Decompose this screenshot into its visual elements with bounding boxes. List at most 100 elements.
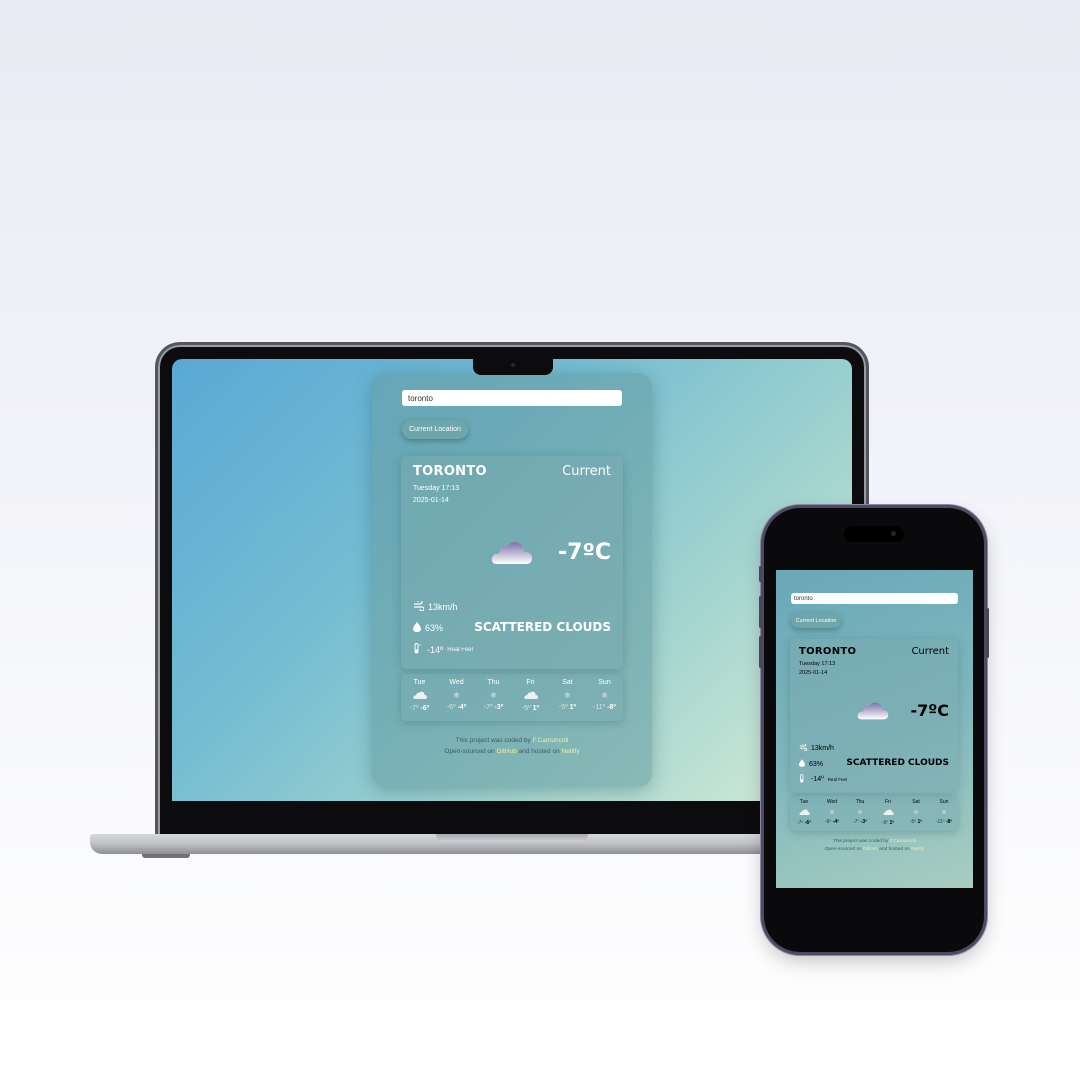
author-link[interactable]: F.Camuncoli	[533, 737, 569, 744]
current-location-button[interactable]: Current Location	[402, 420, 468, 439]
current-temperature: -7ºC	[910, 701, 949, 720]
forecast-high: -6º	[420, 705, 430, 712]
forecast-low: -6º	[446, 704, 456, 711]
date: 2025-01-14	[799, 670, 828, 676]
phone-screen: Current Location TORONTO Current Tuesday…	[776, 570, 973, 888]
wind-value: 13km/h	[811, 745, 834, 752]
forecast-strip: Tue -7º -6º Wed ❄ -6º -4º Thu ❄ -7º -3º …	[401, 674, 623, 721]
forecast-day: Fri -5º 1º	[874, 799, 902, 831]
forecast-high: 1º	[889, 820, 895, 826]
forecast-day-name: Fri	[885, 799, 891, 805]
cloud-icon	[401, 691, 438, 701]
phone-volume-up	[759, 596, 762, 628]
footer-line-1: This project was coded by F.Camuncoli	[372, 735, 652, 746]
phone-power-button	[986, 608, 989, 658]
forecast-low: -7º	[797, 820, 804, 826]
current-location-button[interactable]: Current Location	[791, 613, 841, 628]
footer-text: Open-sourced on	[444, 748, 495, 755]
forecast-day-name: Thu	[487, 679, 500, 686]
forecast-day: Wed ❄ -6º -4º	[818, 799, 846, 831]
forecast-day: Thu ❄ -7º -3º	[846, 799, 874, 831]
svg-text:º: º	[419, 643, 421, 648]
forecast-day-name: Wed	[449, 679, 464, 686]
forecast-day: Sun ❄ -11º -8º	[930, 799, 958, 831]
weather-condition: SCATTERED CLOUDS	[846, 758, 949, 768]
forecast-day-name: Fri	[526, 679, 535, 686]
snow-icon: ❄	[941, 810, 947, 816]
weather-app-card: Current Location TORONTO Current Tuesday…	[372, 373, 652, 787]
snow-icon: ❄	[601, 691, 608, 700]
laptop-foot	[142, 854, 190, 858]
current-weather-panel: TORONTO Current Tuesday 17:13 2025-01-14…	[790, 639, 958, 793]
real-feel-label: Real Feel	[447, 646, 473, 653]
forecast-high: -4º	[457, 704, 467, 711]
date: 2025-01-14	[413, 497, 449, 504]
snow-icon: ❄	[913, 810, 919, 816]
snow-icon: ❄	[829, 810, 835, 816]
snow-icon: ❄	[564, 691, 571, 700]
forecast-high: 1º	[917, 819, 923, 825]
wind-icon	[799, 742, 808, 753]
forecast-low: -5º	[881, 820, 889, 826]
forecast-high: -8º	[607, 704, 616, 711]
forecast-day: Sat ❄ -5º 1º	[549, 679, 586, 721]
cloud-icon	[491, 540, 533, 566]
camera-notch	[473, 359, 553, 375]
forecast-high: -3º	[860, 819, 867, 825]
forecast-low: -11º	[935, 819, 945, 825]
forecast-strip: Tue -7º -6º Wed ❄ -6º -4º Thu ❄ -7º -3º …	[790, 796, 958, 831]
footer-line-2: Open-sourced on GitHub and hosted on Net…	[776, 846, 973, 854]
forecast-day-name: Tue	[799, 799, 809, 805]
footer-text: This project was coded by	[832, 839, 889, 844]
phone-volume-down	[759, 636, 762, 668]
city-name: TORONTO	[799, 646, 857, 657]
forecast-low: -7º	[853, 819, 860, 825]
snow-icon: ❄	[490, 691, 497, 700]
forecast-day-name: Sun	[939, 799, 949, 805]
netlify-link[interactable]: Netlify	[562, 748, 580, 755]
author-link[interactable]: F.Camuncoli	[890, 839, 916, 844]
forecast-low: -5º	[521, 705, 531, 712]
footer-text: and hosted on	[879, 847, 910, 852]
real-feel-stat: -14º Real Feel	[799, 774, 847, 785]
forecast-high: -6º	[804, 820, 811, 826]
humidity-value: 63%	[809, 760, 824, 768]
forecast-low: -7º	[483, 704, 493, 711]
forecast-day: Wed ❄ -6º -4º	[438, 679, 475, 721]
github-link[interactable]: GitHub	[863, 847, 878, 852]
forecast-day: Sun ❄ -11º -8º	[586, 679, 623, 721]
humidity-stat: 63%	[413, 622, 443, 634]
current-weather-panel: TORONTO Current Tuesday 17:13 2025-01-14…	[401, 456, 623, 669]
forecast-high: -8º	[945, 819, 953, 825]
forecast-day: Fri -5º 1º	[512, 679, 549, 721]
github-link[interactable]: GitHub	[496, 748, 516, 755]
forecast-high: 1º	[569, 704, 577, 711]
cloud-icon	[857, 701, 889, 721]
forecast-low: -5º	[558, 704, 568, 711]
footer-line-1: This project was coded by F.Camuncoli	[776, 838, 973, 846]
humidity-icon	[413, 622, 421, 634]
laptop-device: Current Location TORONTO Current Tuesday…	[158, 345, 866, 837]
forecast-high: -3º	[494, 704, 504, 711]
search-input[interactable]	[402, 390, 622, 406]
forecast-day-name: Sat	[562, 679, 573, 686]
forecast-low: -5º	[909, 819, 917, 825]
forecast-low: -7º	[409, 705, 419, 712]
forecast-low: -11º	[593, 704, 606, 711]
footer-text: This project was coded by	[455, 737, 531, 744]
forecast-high: 1º	[532, 705, 540, 712]
netlify-link[interactable]: Netlify	[911, 847, 924, 852]
footer: This project was coded by F.Camuncoli Op…	[372, 735, 652, 757]
humidity-icon	[799, 759, 805, 769]
forecast-high: -4º	[832, 819, 839, 825]
laptop-screen: Current Location TORONTO Current Tuesday…	[172, 359, 852, 801]
search-input[interactable]	[791, 593, 958, 604]
forecast-day-name: Wed	[826, 799, 838, 805]
weather-condition: SCATTERED CLOUDS	[474, 620, 611, 634]
forecast-day: Tue -7º -6º	[790, 799, 818, 831]
current-temperature: -7ºC	[558, 540, 611, 565]
wind-icon	[413, 599, 425, 613]
phone-device: Current Location TORONTO Current Tuesday…	[759, 508, 989, 952]
footer-line-2: Open-sourced on GitHub and hosted on Net…	[372, 746, 652, 757]
wind-stat: 13km/h	[799, 742, 834, 753]
